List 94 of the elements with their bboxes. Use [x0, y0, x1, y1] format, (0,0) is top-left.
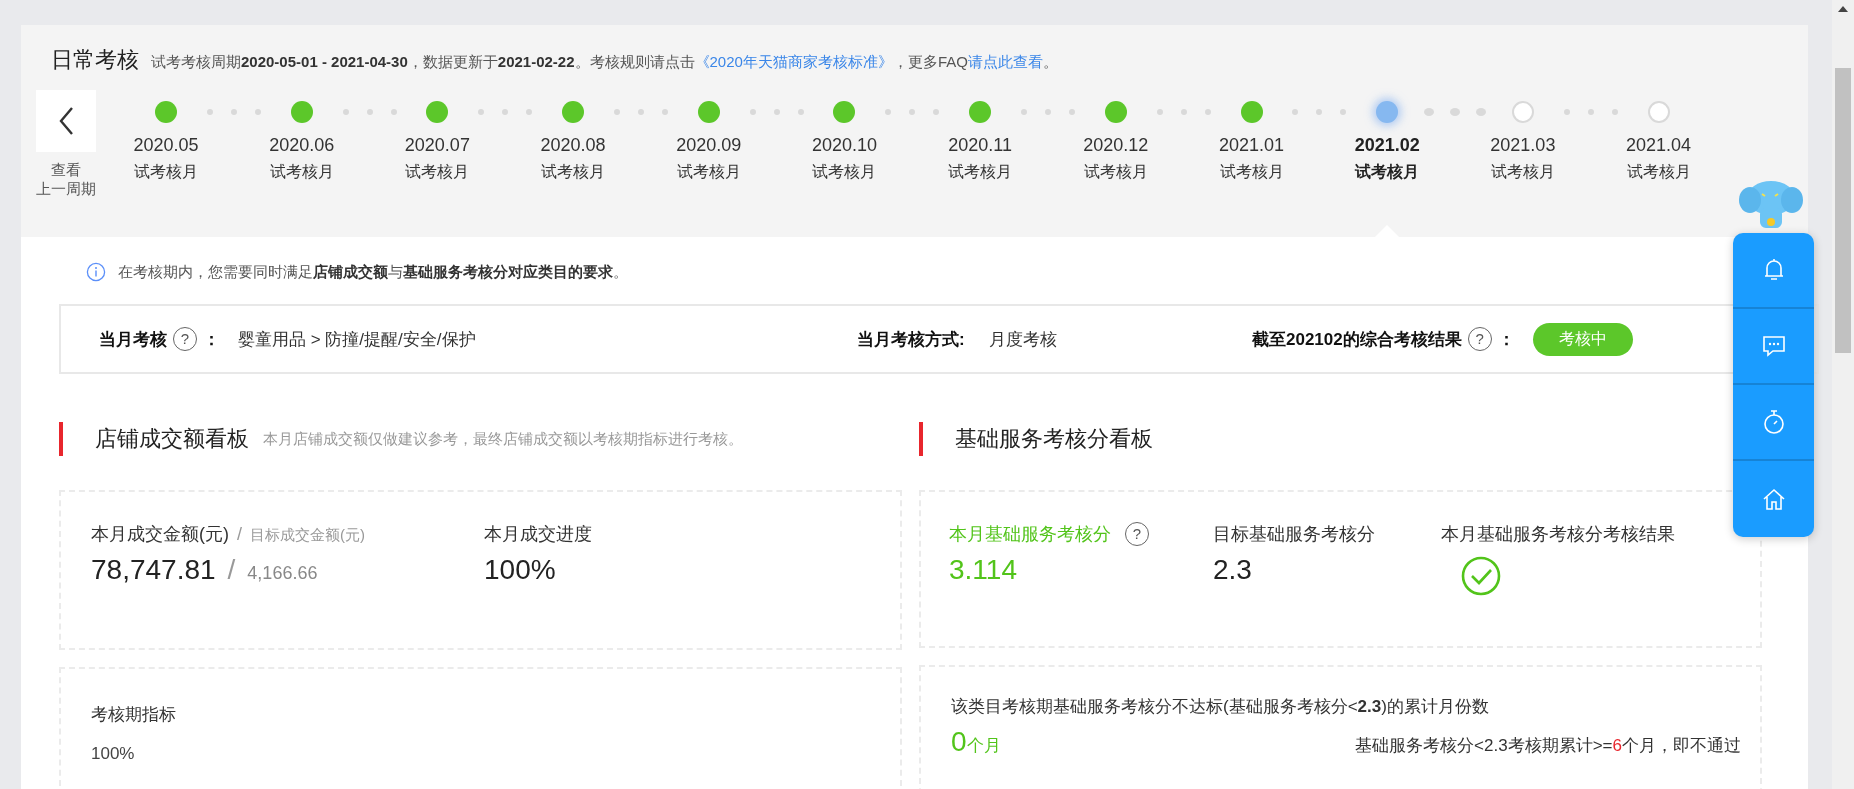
month-type-label: 试考核月 — [405, 162, 470, 182]
status-badge: 考核中 — [1532, 322, 1633, 356]
dotted-connector — [613, 109, 668, 115]
section-marker — [59, 422, 63, 456]
period-description: 试考考核周期2020-05-01 - 2021-04-30，数据更新于2021-02-22。考核规则请点击《2020年天猫商家考核标准》，更多FAQ请点此查看。 — [151, 53, 1058, 72]
metric-value: 2.3 — [1213, 554, 1252, 586]
month-type-label: 试考核月 — [1219, 162, 1284, 182]
colon-text: ： — [1497, 328, 1515, 351]
month-type-label: 试考核月 — [1083, 162, 1148, 182]
metric-label: 本月基础服务考核分 — [949, 523, 1111, 546]
elephant-mascot-drawing — [1738, 178, 1804, 228]
month-type-label: 试考核月 — [1355, 162, 1420, 182]
info-icon — [86, 262, 106, 282]
dotted-connector — [885, 109, 940, 115]
month-label: 2021.04 — [1626, 135, 1692, 156]
month-type-label: 试考核月 — [541, 162, 606, 182]
section-title: 基础服务考核分看板 — [955, 425, 1153, 453]
dotted-connector — [1156, 109, 1211, 115]
month-type-label: 试考核月 — [269, 162, 334, 182]
metric-value: 100% — [91, 744, 135, 764]
colon-text: ： — [203, 328, 220, 351]
month-label: 2020.10 — [811, 135, 877, 156]
scroll-up-arrow-icon[interactable] — [1838, 6, 1848, 12]
metric-label: 考核期指标 — [91, 704, 176, 726]
summary-label: 当月考核 — [99, 328, 167, 351]
dotted-connector — [1020, 109, 1075, 115]
metric-label: 目标基础服务考核分 — [1213, 523, 1375, 546]
metric-label: 本月成交进度 — [484, 523, 592, 546]
page-title: 日常考核 — [51, 46, 139, 74]
notice-text: 在考核期内，您需要同时满足店铺成交额与基础服务考核分对应类目的要求。 — [118, 262, 628, 282]
dotted-connector — [749, 109, 804, 115]
metric-label: 本月成交金额(元) — [91, 523, 229, 546]
month-label: 2020.05 — [133, 135, 199, 156]
month-type-label: 试考核月 — [1490, 162, 1555, 182]
month-type-label: 试考核月 — [134, 162, 198, 182]
dotted-connector — [206, 109, 261, 115]
dotted-connector — [1292, 109, 1347, 115]
chevron-left-icon — [58, 106, 74, 136]
home-icon — [1761, 487, 1786, 511]
dotted-connector — [478, 109, 533, 115]
month-label: 2020.06 — [269, 135, 335, 156]
month-label: 2020.12 — [1083, 135, 1149, 156]
metric-value: 100% — [484, 554, 556, 586]
metric-value: 4,166.66 — [247, 563, 318, 584]
summary-label: 当月考核方式: — [857, 328, 965, 351]
metric-label: 本月基础服务考核分考核结果 — [1441, 523, 1675, 546]
month-label: 2020.08 — [540, 135, 606, 156]
month-tab[interactable]: 2020.12 试考核月 — [1080, 90, 1151, 237]
month-label: 2020.07 — [404, 135, 470, 156]
month-tab[interactable]: 2020.07 试考核月 — [402, 90, 473, 237]
scrollbar[interactable] — [1832, 0, 1854, 789]
selected-month-tab[interactable]: 2021.02 试考核月 — [1352, 90, 1423, 237]
month-tab[interactable]: 2020.08 试考核月 — [538, 90, 609, 237]
fail-months-value: 0个月 — [951, 726, 1001, 758]
metric-value: 78,747.81 — [91, 554, 216, 586]
month-tab[interactable]: 2020.09 试考核月 — [673, 90, 744, 237]
chat-bubble-icon — [1761, 334, 1786, 358]
month-label: 2021.03 — [1490, 135, 1556, 156]
section-marker — [919, 422, 923, 456]
dotted-connector — [1424, 108, 1487, 116]
previous-period-button[interactable] — [36, 90, 96, 152]
method-value: 月度考核 — [988, 328, 1057, 351]
bell-icon — [1762, 258, 1785, 282]
scrollbar-thumb[interactable] — [1835, 68, 1851, 353]
section-title: 店铺成交额看板 — [95, 425, 249, 453]
fail-rule-text: 基础服务考核分<2.3考核期累计>=6个月，即不通过 — [1355, 735, 1741, 757]
month-type-label: 试考核月 — [812, 162, 877, 182]
month-tab[interactable]: 2021.01 试考核月 — [1216, 90, 1287, 237]
separator-text: / — [227, 554, 236, 586]
stopwatch-icon — [1761, 409, 1786, 435]
month-tab[interactable]: 2020.06 试考核月 — [266, 90, 337, 237]
summary-label: 截至202102的综合考核结果 — [1252, 328, 1462, 351]
separator-text: / — [237, 524, 242, 545]
month-label: 2021.02 — [1354, 135, 1420, 156]
month-tab[interactable]: 2020.10 试考核月 — [809, 90, 880, 237]
month-label: 2020.09 — [676, 135, 742, 156]
dotted-connector — [1563, 109, 1618, 115]
metric-value: 3.114 — [949, 554, 1017, 586]
previous-period-label[interactable]: 查看 — [51, 160, 81, 179]
month-label: 2020.11 — [948, 135, 1012, 156]
month-tab[interactable]: 2020.05 试考核月 — [131, 90, 201, 237]
metric-label: 目标成交金额(元) — [250, 526, 365, 545]
month-type-label: 试考核月 — [948, 162, 1013, 182]
month-type-label: 试考核月 — [1626, 162, 1691, 182]
section-note: 本月店铺成交额仅做建议参考，最终店铺成交额以考核期指标进行考核。 — [263, 429, 743, 449]
month-tab[interactable]: 2021.04 试考核月 — [1623, 90, 1694, 237]
dotted-connector — [342, 109, 397, 115]
fail-months-label: 该类目考核期基础服务考核分不达标(基础服务考核分<2.3)的累计月份数 — [951, 696, 1489, 718]
category-value: 婴童用品 > 防撞/提醒/安全/保护 — [238, 328, 476, 351]
month-type-label: 试考核月 — [676, 162, 741, 182]
previous-period-label[interactable]: 上一周期 — [36, 179, 96, 198]
month-tab[interactable]: 2020.11 试考核月 — [945, 90, 1016, 237]
month-tab[interactable]: 2021.03 试考核月 — [1487, 90, 1558, 237]
month-label: 2021.01 — [1218, 135, 1285, 156]
